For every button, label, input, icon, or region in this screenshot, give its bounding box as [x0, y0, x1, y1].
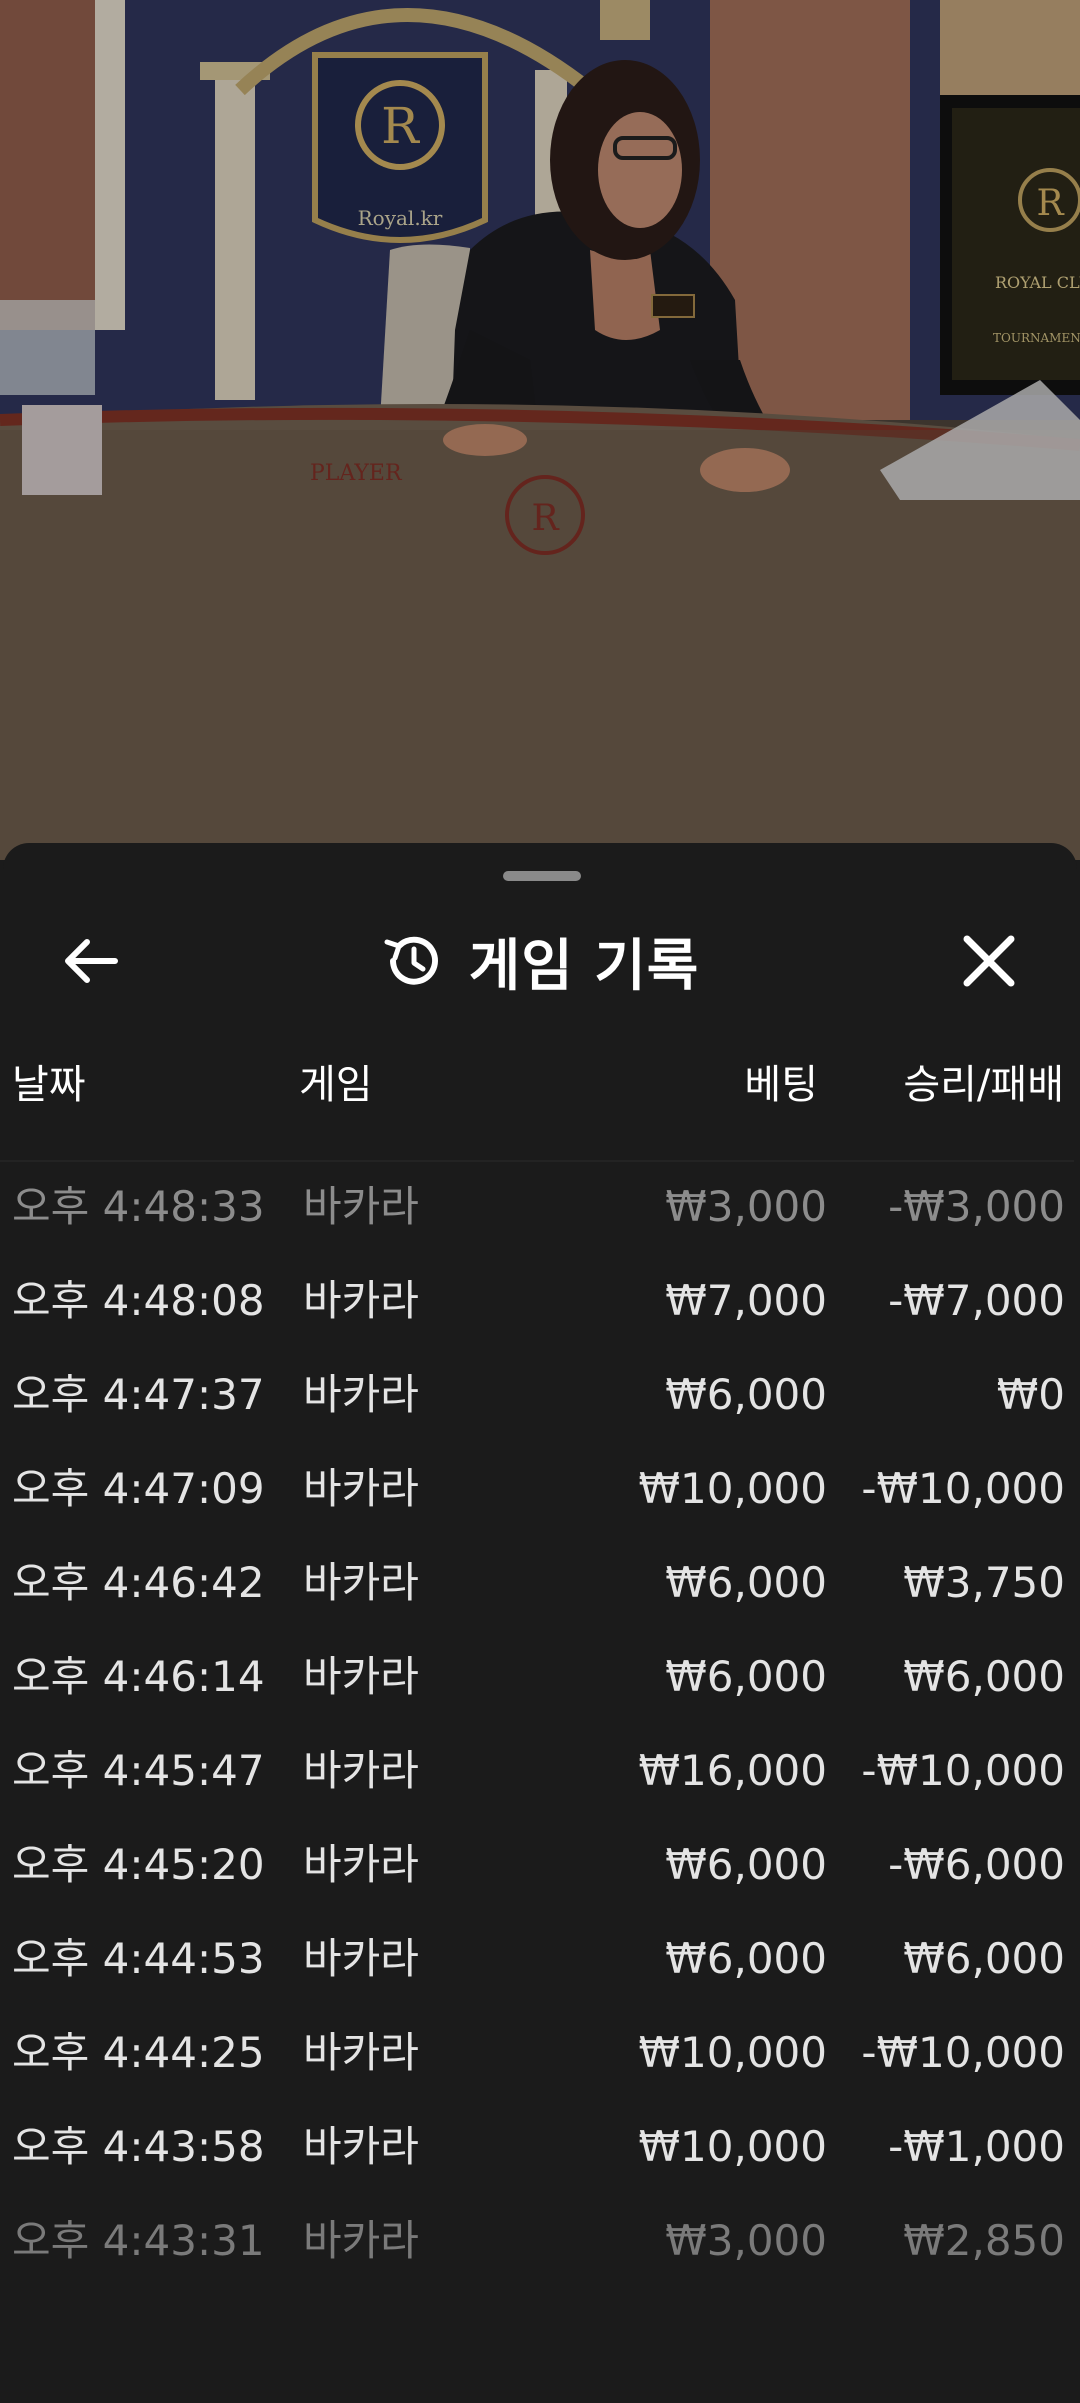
history-icon — [384, 936, 438, 985]
table-row: 오후 4:46:14 바카라 ₩6,000 ₩6,000 — [0, 1630, 1074, 1724]
row-result: ₩6,000 — [903, 1934, 1065, 1983]
sheet-header: 게임 기록 — [3, 909, 1077, 1013]
row-bet: ₩6,000 — [665, 1840, 827, 1889]
row-bet: ₩6,000 — [665, 1934, 827, 1983]
row-bet: ₩6,000 — [665, 1370, 827, 1419]
row-time: 오후 4:47:09 — [12, 1464, 265, 1513]
row-time: 오후 4:46:14 — [12, 1652, 265, 1701]
row-game: 바카라 — [303, 1464, 419, 1513]
row-result: -₩10,000 — [861, 2028, 1065, 2077]
column-header-win-loss: 승리/패배 — [903, 1062, 1064, 1108]
table-row: 오후 4:43:58 바카라 ₩10,000 -₩1,000 — [0, 2100, 1074, 2194]
table-row: 오후 4:47:09 바카라 ₩10,000 -₩10,000 — [0, 1442, 1074, 1536]
row-time: 오후 4:44:25 — [12, 2028, 265, 2077]
row-result: ₩2,850 — [903, 2216, 1065, 2265]
page-title: 게임 기록 — [468, 933, 700, 999]
live-video-feed: R Royal.kr R ROYAL CLUB TOURNAMENT PLAYE… — [0, 0, 1080, 860]
row-bet: ₩6,000 — [665, 1652, 827, 1701]
row-bet: ₩3,000 — [665, 1182, 827, 1231]
close-icon — [963, 935, 1015, 987]
row-time: 오후 4:43:58 — [12, 2122, 265, 2171]
table-header: 날짜 게임 베팅 승리/패배 — [0, 1010, 1074, 1160]
row-time: 오후 4:45:20 — [12, 1840, 265, 1889]
row-bet: ₩10,000 — [638, 2122, 828, 2171]
row-game: 바카라 — [303, 2216, 419, 2265]
table-row: 오후 4:48:33 바카라 ₩3,000 -₩3,000 — [0, 1160, 1074, 1254]
row-game: 바카라 — [303, 2122, 419, 2171]
table-row: 오후 4:43:31 바카라 ₩3,000 ₩2,850 — [0, 2194, 1074, 2288]
row-game: 바카라 — [303, 1746, 419, 1795]
row-game: 바카라 — [303, 1276, 419, 1325]
row-bet: ₩16,000 — [638, 1746, 828, 1795]
column-header-bet: 베팅 — [744, 1062, 818, 1108]
table-row: 오후 4:44:25 바카라 ₩10,000 -₩10,000 — [0, 2006, 1074, 2100]
row-time: 오후 4:43:31 — [12, 2216, 265, 2265]
row-bet: ₩10,000 — [638, 1464, 828, 1513]
row-game: 바카라 — [303, 1558, 419, 1607]
row-time: 오후 4:48:33 — [12, 1182, 265, 1231]
row-time: 오후 4:46:42 — [12, 1558, 265, 1607]
row-bet: ₩3,000 — [665, 2216, 827, 2265]
table-row: 오후 4:45:20 바카라 ₩6,000 -₩6,000 — [0, 1818, 1074, 1912]
row-game: 바카라 — [303, 1934, 419, 1983]
row-result: -₩3,000 — [888, 1182, 1065, 1231]
table-row: 오후 4:45:47 바카라 ₩16,000 -₩10,000 — [0, 1724, 1074, 1818]
row-result: ₩3,750 — [903, 1558, 1065, 1607]
row-game: 바카라 — [303, 1370, 419, 1419]
row-game: 바카라 — [303, 2028, 419, 2077]
row-game: 바카라 — [303, 1652, 419, 1701]
table-row: 오후 4:48:08 바카라 ₩7,000 -₩7,000 — [0, 1254, 1074, 1348]
close-button[interactable] — [943, 915, 1035, 1007]
row-game: 바카라 — [303, 1840, 419, 1889]
row-result: -₩10,000 — [861, 1464, 1065, 1513]
row-result: -₩6,000 — [888, 1840, 1065, 1889]
row-bet: ₩6,000 — [665, 1558, 827, 1607]
dealer-scene: R Royal.kr R ROYAL CLUB TOURNAMENT PLAYE… — [0, 0, 1080, 860]
sheet-drag-handle[interactable] — [503, 871, 581, 881]
table-row: 오후 4:44:53 바카라 ₩6,000 ₩6,000 — [0, 1912, 1074, 2006]
row-bet: ₩7,000 — [665, 1276, 827, 1325]
column-header-game: 게임 — [299, 1062, 373, 1108]
row-time: 오후 4:48:08 — [12, 1276, 265, 1325]
row-game: 바카라 — [303, 1182, 419, 1231]
row-time: 오후 4:44:53 — [12, 1934, 265, 1983]
row-bet: ₩10,000 — [638, 2028, 828, 2077]
table-row: 오후 4:46:42 바카라 ₩6,000 ₩3,750 — [0, 1536, 1074, 1630]
table-row: 오후 4:47:37 바카라 ₩6,000 ₩0 — [0, 1348, 1074, 1442]
row-result: ₩6,000 — [903, 1652, 1065, 1701]
row-result: ₩0 — [996, 1370, 1065, 1419]
row-result: -₩1,000 — [888, 2122, 1065, 2171]
row-time: 오후 4:45:47 — [12, 1746, 265, 1795]
row-result: -₩10,000 — [861, 1746, 1065, 1795]
row-time: 오후 4:47:37 — [12, 1370, 265, 1419]
row-result: -₩7,000 — [888, 1276, 1065, 1325]
column-header-date: 날짜 — [12, 1062, 86, 1108]
